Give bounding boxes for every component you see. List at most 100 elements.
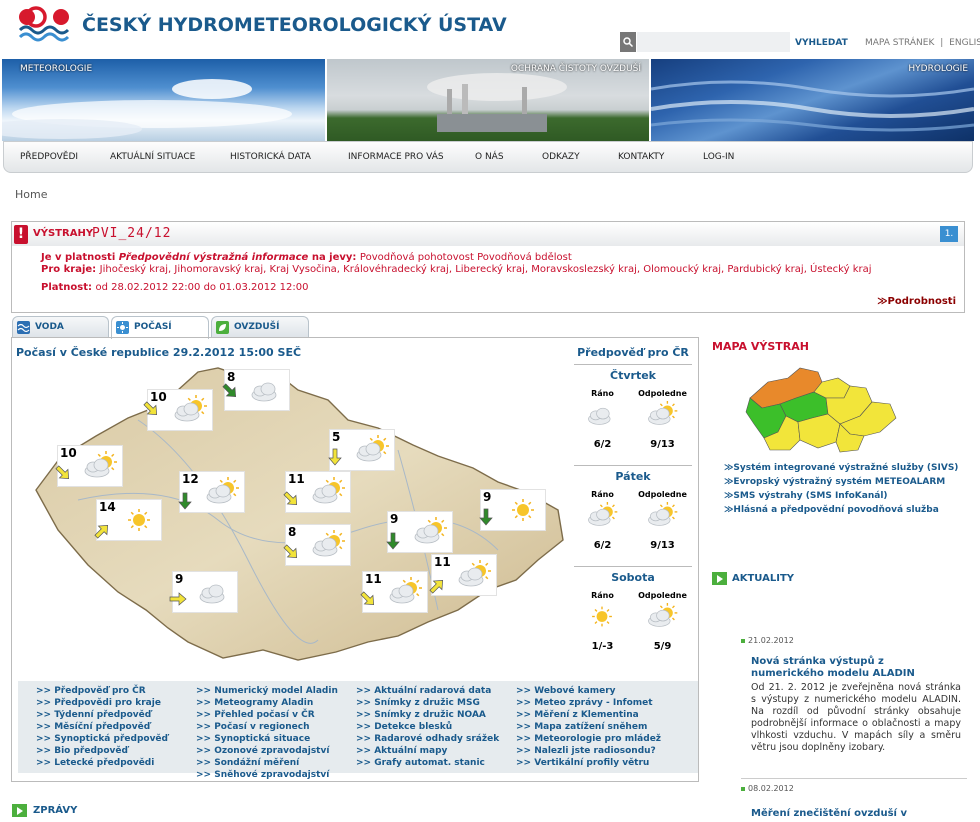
english-link[interactable]: ENGLISH bbox=[949, 38, 980, 48]
weather-link[interactable]: >> Radarové odhady srážek bbox=[356, 733, 499, 745]
warning-map-title: MAPA VÝSTRAH bbox=[712, 340, 809, 353]
forecast-morning-temp: 6/2 bbox=[593, 540, 612, 551]
nav-o-nas[interactable]: O NÁS bbox=[475, 152, 504, 162]
weather-link[interactable]: >> Webové kamery bbox=[516, 685, 661, 697]
weather-link[interactable]: >> Meteogramy Aladin bbox=[196, 697, 338, 709]
weather-link[interactable]: >> Sondážní měření bbox=[196, 757, 338, 769]
nav-predpovedi[interactable]: PŘEDPOVĚDI bbox=[20, 152, 78, 162]
tab-label: OVZDUŠÍ bbox=[234, 322, 280, 332]
weather-link[interactable]: >> Meteo zprávy - Infomet bbox=[516, 697, 661, 709]
wind-arrow-icon bbox=[178, 492, 192, 510]
forecast-day: Čtvrtek Ráno Odpoledne 6/2 9/13 bbox=[574, 364, 692, 464]
warning-validity-value: od 28.02.2012 22:00 do 01.03.2012 12:00 bbox=[95, 282, 309, 293]
sitemap-link[interactable]: MAPA STRÁNEK bbox=[865, 38, 934, 48]
news-headline[interactable]: Měření znečištění ovzduší v bbox=[751, 808, 907, 820]
warning-link[interactable]: ≫Systém integrované výstražné služby (SI… bbox=[724, 461, 958, 475]
warning-map[interactable] bbox=[740, 358, 900, 454]
nav-informace-pro-vas[interactable]: INFORMACE PRO VÁS bbox=[348, 152, 444, 162]
forecast-afternoon-label: Odpoledne bbox=[638, 389, 687, 398]
nav-odkazy[interactable]: ODKAZY bbox=[542, 152, 580, 162]
weather-link[interactable]: >> Sněhové zpravodajství bbox=[196, 769, 338, 781]
weather-station[interactable]: 9 bbox=[386, 512, 452, 552]
weather-link[interactable]: >> Letecké předpovědi bbox=[36, 757, 168, 769]
weather-link[interactable]: >> Mapa zatížení sněhem bbox=[516, 721, 661, 733]
weather-link[interactable]: >> Aktuální radarová data bbox=[356, 685, 499, 697]
weather-link[interactable]: >> Bio předpověď bbox=[36, 745, 168, 757]
weather-station[interactable]: 11 bbox=[283, 472, 350, 512]
weather-link[interactable]: >> Počasí v regionech bbox=[196, 721, 338, 733]
weather-link[interactable]: >> Snímky z družic MSG bbox=[356, 697, 499, 709]
weather-station[interactable]: 8 bbox=[283, 525, 350, 565]
banner-hydrologie[interactable]: HYDROLOGIE bbox=[651, 59, 974, 141]
breadcrumb[interactable]: Home bbox=[15, 188, 47, 201]
news-section-title[interactable]: ZPRÁVY bbox=[33, 805, 77, 816]
tab-pocasi[interactable]: POČASÍ bbox=[111, 316, 209, 339]
warning-link[interactable]: ≫Hlásná a předpovědní povodňová služba bbox=[724, 503, 958, 517]
weather-title[interactable]: Počasí v České republice 29.2.2012 15:00… bbox=[16, 346, 301, 359]
weather-link[interactable]: >> Detekce blesků bbox=[356, 721, 499, 733]
nav-log-in[interactable]: LOG-IN bbox=[703, 152, 734, 162]
search-button[interactable]: VYHLEDAT bbox=[795, 38, 848, 48]
forecast-day-name: Pátek bbox=[615, 470, 651, 483]
news-headline[interactable]: Nová stránka výstupů z numerického modelu… bbox=[751, 656, 915, 680]
station-temperature: 9 bbox=[483, 490, 492, 504]
weather-link[interactable]: >> Vertikální profily větru bbox=[516, 757, 661, 769]
news-separator bbox=[741, 778, 967, 779]
weather-link[interactable]: >> Týdenní předpověď bbox=[36, 709, 168, 721]
tab-ovzdusi[interactable]: OVZDUŠÍ bbox=[211, 316, 309, 338]
weather-station[interactable]: 10 bbox=[143, 390, 212, 430]
chmi-logo[interactable] bbox=[18, 6, 70, 42]
tab-voda[interactable]: VODA bbox=[12, 316, 109, 338]
warning-link[interactable]: ≫SMS výstrahy (SMS InfoKanál) bbox=[724, 489, 958, 503]
weather-link[interactable]: >> Nalezli jste radiosondu? bbox=[516, 745, 661, 757]
weather-link[interactable]: >> Přehled počasí v ČR bbox=[196, 709, 338, 721]
warning-regions-value: Jihočeský kraj, Jihomoravský kraj, Kraj … bbox=[99, 264, 872, 275]
forecast-morning-label: Ráno bbox=[591, 591, 614, 600]
wind-arrow-icon bbox=[328, 448, 342, 466]
warning-code[interactable]: PVI_24/12 bbox=[92, 226, 171, 241]
forecast-title[interactable]: Předpověď pro ČR bbox=[574, 346, 692, 359]
weather-link[interactable]: >> Snímky z družic NOAA bbox=[356, 709, 499, 721]
station-temperature: 11 bbox=[434, 555, 451, 569]
forecast-afternoon-temp: 9/13 bbox=[650, 439, 675, 450]
weather-link[interactable]: >> Ozonové zpravodajství bbox=[196, 745, 338, 757]
weather-station[interactable]: 11 bbox=[429, 555, 496, 595]
weather-station[interactable]: 5 bbox=[328, 430, 394, 470]
region-warning-map bbox=[745, 367, 897, 453]
station-temperature: 8 bbox=[288, 525, 297, 539]
partly-cloudy-icon bbox=[356, 435, 389, 462]
warning-details-link[interactable]: ≫Podrobnosti bbox=[877, 296, 956, 307]
nav-kontakty[interactable]: KONTAKTY bbox=[618, 152, 664, 162]
banner-ovzdusi[interactable]: OCHRANA ČISTOTY OVZDUŠÍ bbox=[327, 59, 649, 141]
warning-validity-label: Platnost: bbox=[41, 282, 96, 293]
czech-weather-map[interactable]: 10 8 5 10 12 11 14 8 9 9 9 11 11 bbox=[18, 360, 568, 678]
weather-station[interactable]: 14 bbox=[94, 500, 161, 540]
search-input[interactable] bbox=[637, 32, 790, 52]
weather-link[interactable]: >> Grafy automat. stanic bbox=[356, 757, 499, 769]
wind-arrow-icon bbox=[386, 532, 400, 550]
forecast-afternoon-label: Odpoledne bbox=[638, 490, 687, 499]
warning-link[interactable]: ≫Evropský výstražný systém METEOALARM bbox=[724, 475, 958, 489]
warning-page-badge[interactable]: 1. bbox=[940, 226, 958, 242]
nav-historicka-data[interactable]: HISTORICKÁ DATA bbox=[230, 152, 311, 162]
weather-station[interactable]: 10 bbox=[55, 446, 122, 486]
weather-link[interactable]: >> Synoptická situace bbox=[196, 733, 338, 745]
banner-meteorologie[interactable]: METEOROLOGIE bbox=[2, 59, 325, 141]
weather-link[interactable]: >> Předpovědi pro kraje bbox=[36, 697, 168, 709]
weather-station[interactable]: 12 bbox=[178, 472, 244, 512]
weather-link[interactable]: >> Měsíční předpověď bbox=[36, 721, 168, 733]
weather-link[interactable]: >> Aktuální mapy bbox=[356, 745, 499, 757]
weather-link[interactable]: >> Předpověď pro ČR bbox=[36, 685, 168, 697]
news-title[interactable]: AKTUALITY bbox=[732, 573, 794, 584]
weather-station[interactable]: 8 bbox=[222, 370, 289, 410]
partly-cloudy-icon bbox=[648, 401, 678, 425]
partly-cloudy-icon bbox=[312, 530, 345, 557]
weather-link[interactable]: >> Numerický model Aladin bbox=[196, 685, 338, 697]
weather-station[interactable]: 11 bbox=[360, 572, 427, 612]
weather-link[interactable]: >> Měření z Klementina bbox=[516, 709, 661, 721]
weather-link[interactable]: >> Synoptická předpověď bbox=[36, 733, 168, 745]
nav-aktualni-situace[interactable]: AKTUÁLNÍ SITUACE bbox=[110, 152, 195, 162]
weather-station[interactable]: 9 bbox=[169, 572, 237, 612]
weather-station[interactable]: 9 bbox=[479, 490, 545, 530]
weather-link[interactable]: >> Meteorologie pro mládež bbox=[516, 733, 661, 745]
